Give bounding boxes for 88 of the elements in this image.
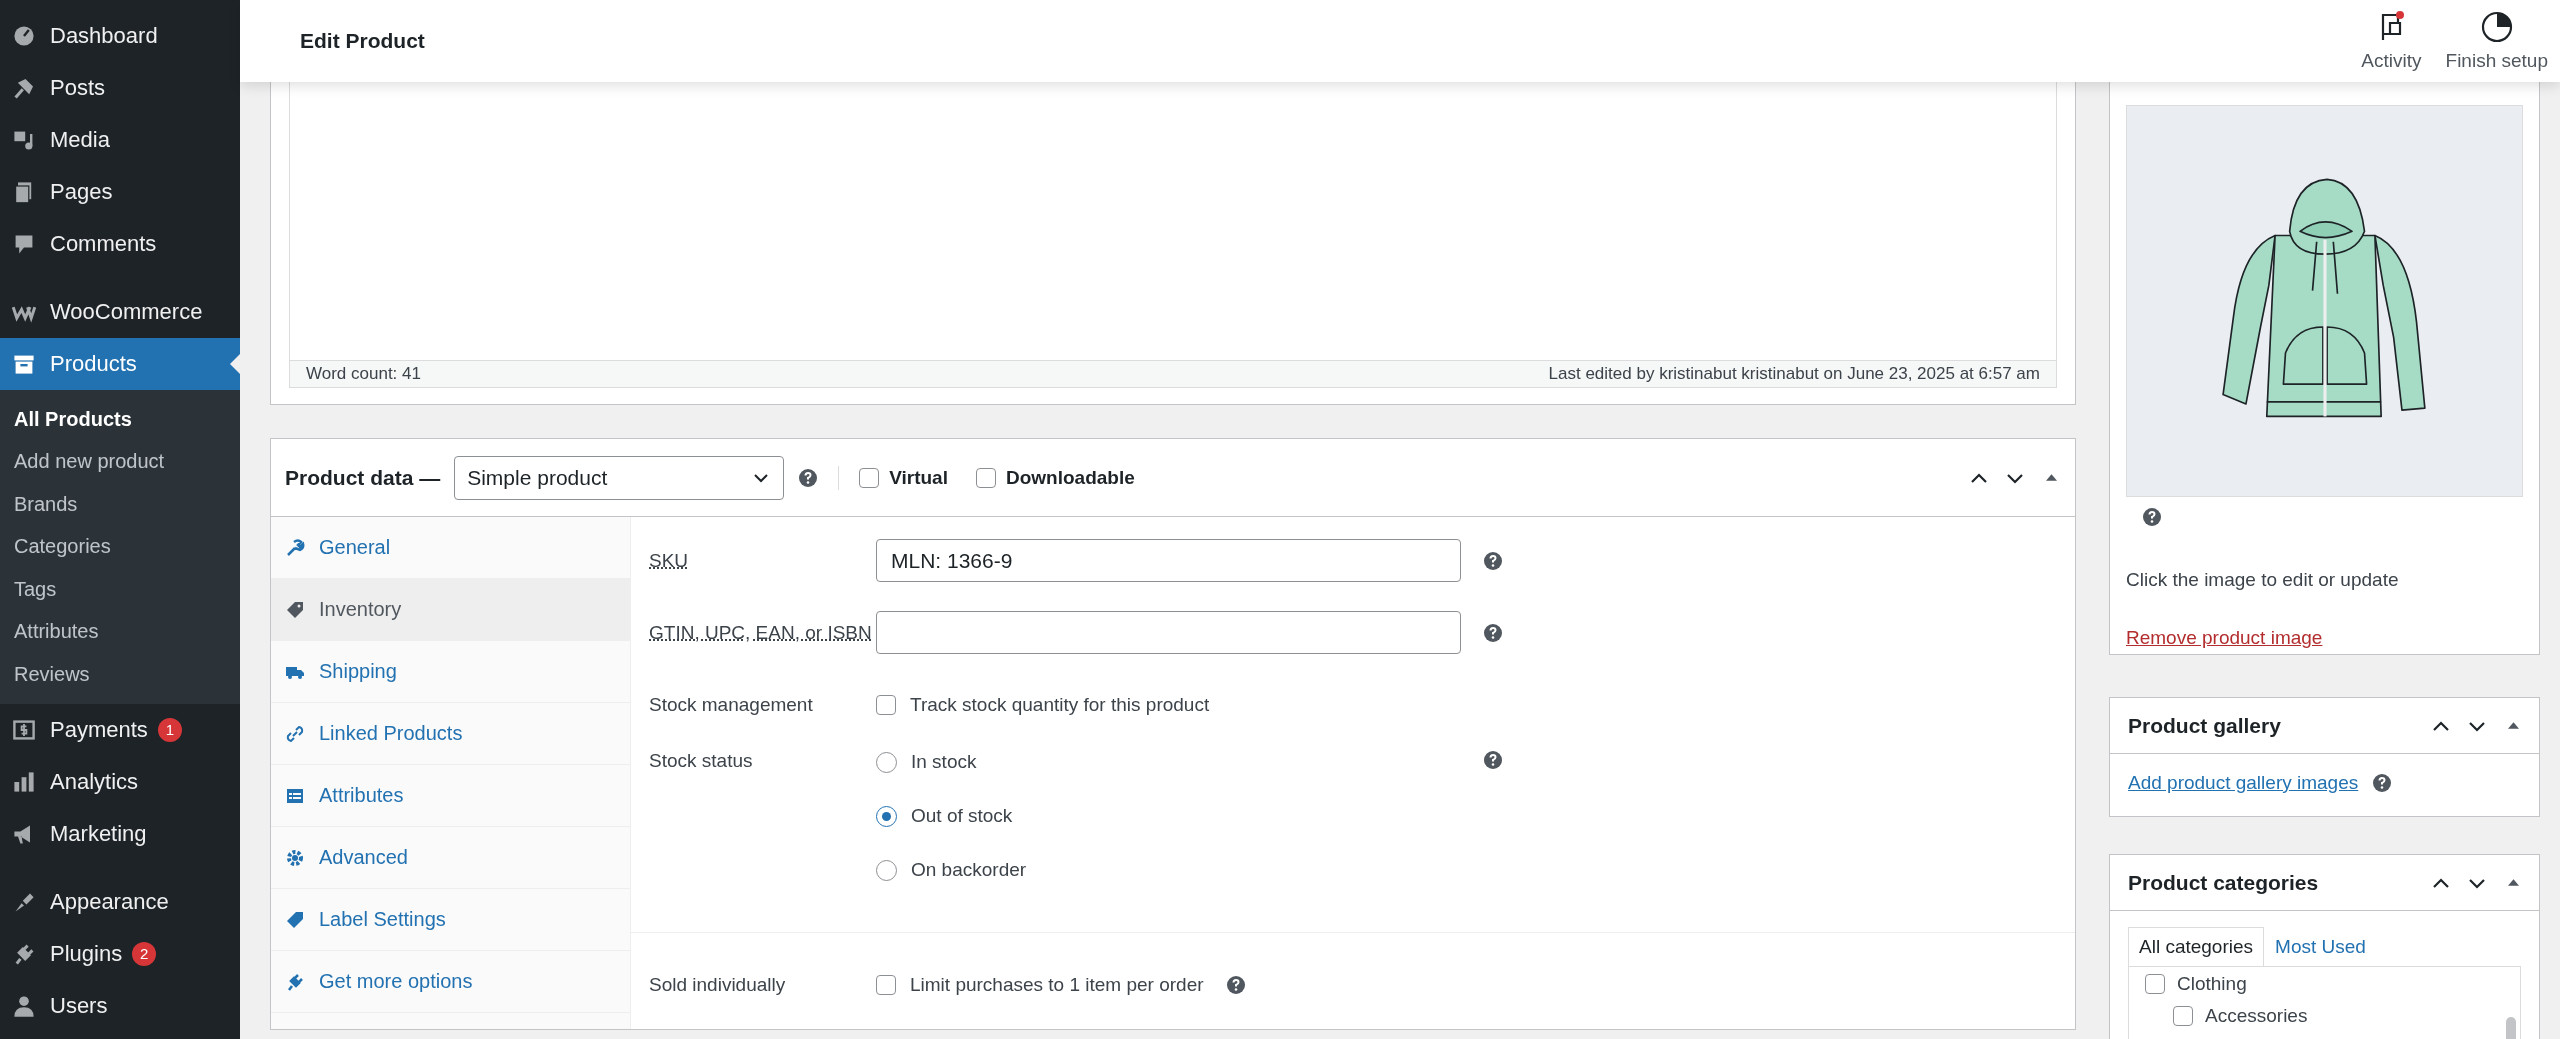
submenu-item[interactable]: Categories: [0, 525, 240, 568]
dashboard-icon: [12, 24, 36, 48]
remove-image-link[interactable]: Remove product image: [2126, 627, 2323, 649]
sidebar-item[interactable]: Marketing: [0, 807, 240, 860]
checkbox[interactable]: [2145, 974, 2165, 994]
panel-tab[interactable]: Advanced: [271, 827, 630, 889]
label-icon: [285, 909, 305, 930]
radio-label: On backorder: [911, 859, 1027, 881]
help-icon[interactable]: [1483, 622, 1503, 643]
panel-tab[interactable]: Inventory: [271, 579, 630, 641]
link-icon: [285, 723, 305, 744]
gear-icon: [285, 847, 305, 868]
panel-title: Product data —: [285, 465, 441, 490]
header-action[interactable]: Finish setup: [2433, 10, 2560, 72]
triangle-up-icon: [2045, 474, 2057, 481]
sidebar-item[interactable]: Users: [0, 979, 240, 1032]
panel-tab[interactable]: Attributes: [271, 765, 630, 827]
help-icon[interactable]: [1225, 974, 1246, 995]
user-icon: [12, 993, 36, 1018]
dollar-icon: [12, 717, 36, 742]
panel-tab[interactable]: Label Settings: [271, 889, 630, 951]
submenu-item[interactable]: Add new product: [0, 440, 240, 483]
category-label: Accessories: [2205, 1005, 2308, 1027]
plug-icon: [285, 971, 305, 992]
bar-chart-icon: [12, 769, 36, 794]
hint-text: Click the image to edit or update: [2126, 569, 2400, 591]
checkbox[interactable]: [975, 467, 996, 488]
help-icon[interactable]: [1483, 750, 1503, 770]
radio-label: In stock: [911, 751, 977, 773]
checkbox[interactable]: [876, 974, 896, 995]
wrench-icon: [285, 537, 305, 558]
checkbox-label: Limit purchases to 1 item per order: [910, 973, 1204, 996]
word-count: Word count: 41: [306, 364, 421, 384]
checkbox[interactable]: [859, 467, 880, 488]
page-title: Edit Product: [300, 29, 426, 53]
panel-title: Product categories: [2128, 870, 2319, 895]
sidebar-item[interactable]: Media: [0, 114, 240, 166]
checkbox[interactable]: [876, 694, 896, 715]
sidebar-item[interactable]: Comments: [0, 218, 240, 270]
help-icon[interactable]: [1483, 550, 1503, 571]
field-label: Sold individually: [649, 973, 787, 996]
field-label: Stock management: [649, 693, 814, 716]
radio-button[interactable]: [876, 751, 897, 773]
field-label: SKU: [649, 549, 690, 572]
submenu-item[interactable]: Tags: [0, 568, 240, 611]
checkbox-label: Track stock quantity for this product: [910, 693, 1210, 716]
panel-tab[interactable]: Linked Products: [271, 703, 630, 765]
count-badge: 2: [132, 941, 157, 966]
count-badge: 1: [157, 717, 182, 742]
sidebar-item[interactable]: Plugins 2: [0, 927, 240, 980]
sidebar-item[interactable]: Pages: [0, 166, 240, 218]
field-label: GTIN, UPC, EAN, or ISBN: [649, 621, 873, 644]
header-action[interactable]: Activity: [2349, 10, 2434, 72]
help-icon[interactable]: [798, 467, 819, 488]
sidebar-item[interactable]: Products: [0, 338, 240, 390]
category-tab[interactable]: Most Used: [2264, 927, 2377, 966]
checkbox-label: Downloadable: [1005, 466, 1135, 489]
submenu-item[interactable]: Brands: [0, 483, 240, 526]
category-tab[interactable]: All categories: [2128, 927, 2265, 966]
checkbox[interactable]: [2173, 1006, 2193, 1026]
last-edited-text: Last edited by kristinabut kristinabut on June 23, 2025 at 6:57 am: [1548, 364, 2040, 384]
submenu-item[interactable]: Attributes: [0, 610, 240, 653]
submenu-item[interactable]: Reviews: [0, 653, 240, 696]
tag-icon: [285, 599, 305, 620]
product-type-select[interactable]: Simple product: [454, 455, 785, 500]
triangle-up-icon: [2507, 879, 2519, 886]
sidebar-item[interactable]: Payments 1: [0, 703, 240, 756]
submenu-item[interactable]: All Products: [0, 398, 240, 441]
sidebar-item[interactable]: Analytics: [0, 755, 240, 808]
sidebar-item[interactable]: WooCommerce: [0, 286, 240, 338]
category-label: Clothing: [2177, 973, 2247, 995]
radio-button[interactable]: [876, 805, 897, 827]
radio-button[interactable]: [876, 859, 897, 881]
checkbox-label: Virtual: [889, 466, 948, 489]
panel-tab[interactable]: Shipping: [271, 641, 630, 703]
help-icon[interactable]: [2372, 773, 2393, 793]
add-gallery-link[interactable]: Add product gallery images: [2128, 772, 2359, 794]
panel-title: Product gallery: [2128, 713, 2281, 738]
radio-label: Out of stock: [911, 805, 1013, 827]
field-label: Stock status: [649, 750, 754, 772]
sidebar-item[interactable]: Appearance: [0, 875, 240, 928]
sidebar-item[interactable]: Posts: [0, 62, 240, 114]
help-icon[interactable]: [2142, 507, 2162, 527]
sidebar-item[interactable]: Dashboard: [0, 10, 240, 62]
text-field[interactable]: [876, 611, 1461, 654]
panel-tab[interactable]: Get more options: [271, 951, 630, 1013]
text-field[interactable]: MLN: 1366-9: [876, 539, 1461, 582]
triangle-up-icon: [2507, 722, 2519, 729]
